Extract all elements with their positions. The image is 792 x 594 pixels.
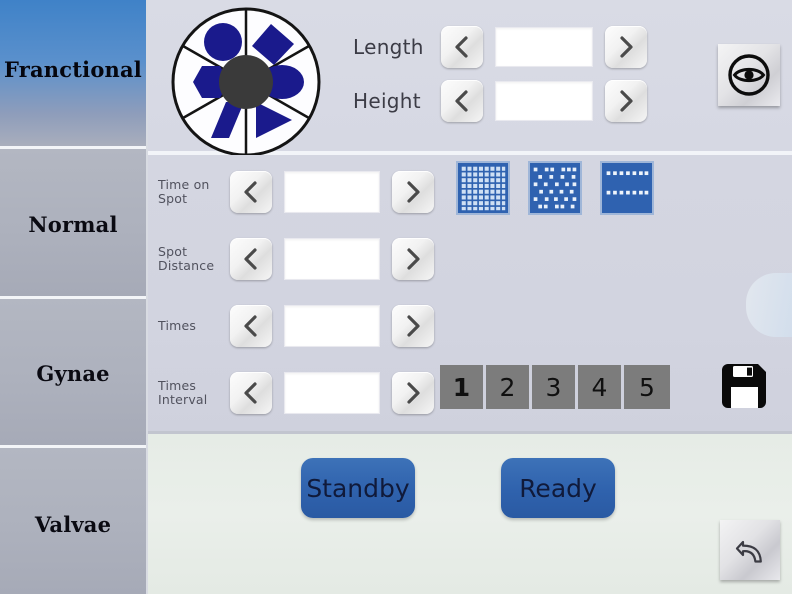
spot-distance-increment-button[interactable]: [392, 238, 434, 280]
ready-button[interactable]: Ready: [501, 458, 615, 518]
time-on-spot-decrement-button[interactable]: [230, 171, 272, 213]
shape-and-size-panel: Length Height: [148, 0, 792, 158]
level-button-5[interactable]: 5: [624, 365, 670, 409]
level-button-2[interactable]: 2: [486, 365, 532, 409]
sidebar-item-label: Valvae: [34, 512, 112, 538]
height-label: Height: [353, 89, 421, 113]
height-row: Height: [353, 78, 647, 124]
spot-distance-input[interactable]: [284, 238, 380, 280]
label-line-2: Interval: [158, 392, 208, 407]
label-line-2: Distance: [158, 258, 215, 273]
chevron-right-icon: [407, 315, 420, 337]
parameter-inputs: Time on Spot Spot Distance Times Times I…: [158, 163, 434, 431]
times-interval-decrement-button[interactable]: [230, 372, 272, 414]
pattern-scattered-icon[interactable]: [528, 161, 582, 215]
shape-selector-wheel[interactable]: [170, 6, 322, 158]
chevron-right-icon: [407, 382, 420, 404]
label-line-2: Spot: [158, 191, 188, 206]
power-field[interactable]: W: [746, 273, 792, 337]
spot-distance-label: Spot Distance: [158, 245, 230, 273]
mode-sidebar: Franctional Normal Gynae Valvae: [0, 0, 148, 594]
chevron-left-icon: [244, 248, 257, 270]
main-content: Length Height Time on Spot Spot Distance…: [148, 0, 792, 594]
chevron-right-icon: [620, 90, 633, 112]
level-selector: 1 2 3 4 5: [440, 365, 670, 409]
time-on-spot-row: Time on Spot: [158, 163, 434, 221]
times-decrement-button[interactable]: [230, 305, 272, 347]
chevron-left-icon: [244, 315, 257, 337]
chevron-left-icon: [455, 36, 468, 58]
times-interval-row: Times Interval: [158, 364, 434, 422]
times-label: Times: [158, 319, 230, 333]
label-line-1: Times: [158, 318, 197, 333]
times-input[interactable]: [284, 305, 380, 347]
chevron-left-icon: [244, 181, 257, 203]
spot-distance-row: Spot Distance: [158, 230, 434, 288]
undo-back-arrow-icon: [735, 540, 762, 563]
wheel-hub[interactable]: [219, 55, 273, 109]
length-input[interactable]: [495, 27, 593, 67]
pattern-sparse-rows-icon[interactable]: [600, 161, 654, 215]
level-button-4[interactable]: 4: [578, 365, 624, 409]
treatment-parameters-panel: Time on Spot Spot Distance Times Times I…: [148, 155, 792, 434]
chevron-right-icon: [407, 248, 420, 270]
height-increment-button[interactable]: [605, 80, 647, 122]
label-line-1: Time on: [158, 177, 210, 192]
chevron-right-icon: [407, 181, 420, 203]
level-button-3[interactable]: 3: [532, 365, 578, 409]
scan-pattern-selector: [456, 161, 654, 215]
sidebar-item-label: Franctional: [3, 56, 142, 82]
length-decrement-button[interactable]: [441, 26, 483, 68]
standby-button[interactable]: Standby: [301, 458, 415, 518]
label-line-1: Times: [158, 378, 197, 393]
sidebar-item-gynae[interactable]: Gynae: [0, 298, 146, 448]
pattern-dense-grid-icon[interactable]: [456, 161, 510, 215]
chevron-left-icon: [244, 382, 257, 404]
power-control: W: [444, 245, 792, 337]
sidebar-item-normal[interactable]: Normal: [0, 149, 146, 299]
chevron-right-icon: [620, 36, 633, 58]
spot-distance-decrement-button[interactable]: [230, 238, 272, 280]
eye-icon: [728, 54, 770, 96]
sidebar-item-label: Gynae: [36, 361, 110, 387]
preview-button[interactable]: [718, 44, 780, 106]
save-button[interactable]: [713, 355, 775, 417]
chevron-left-icon: [455, 90, 468, 112]
sidebar-item-label: Normal: [28, 211, 118, 237]
action-panel: Standby Ready: [148, 434, 792, 594]
floppy-disk-save-icon: [722, 364, 766, 408]
level-button-1[interactable]: 1: [440, 365, 486, 409]
size-inputs: Length Height: [353, 24, 647, 132]
time-on-spot-label: Time on Spot: [158, 178, 230, 206]
times-row: Times: [158, 297, 434, 355]
height-decrement-button[interactable]: [441, 80, 483, 122]
time-on-spot-increment-button[interactable]: [392, 171, 434, 213]
length-label: Length: [353, 35, 424, 59]
times-interval-label: Times Interval: [158, 379, 230, 407]
times-interval-input[interactable]: [284, 372, 380, 414]
back-button[interactable]: [720, 520, 780, 580]
length-row: Length: [353, 24, 647, 70]
length-increment-button[interactable]: [605, 26, 647, 68]
touch-panel-app: Franctional Normal Gynae Valvae Length H…: [0, 0, 792, 594]
label-line-1: Spot: [158, 244, 188, 259]
sidebar-item-valvae[interactable]: Valvae: [0, 447, 146, 594]
wheel-shape-circle[interactable]: [204, 23, 242, 61]
times-increment-button[interactable]: [392, 305, 434, 347]
times-interval-increment-button[interactable]: [392, 372, 434, 414]
sidebar-item-franctional[interactable]: Franctional: [0, 0, 146, 150]
time-on-spot-input[interactable]: [284, 171, 380, 213]
height-input[interactable]: [495, 81, 593, 121]
